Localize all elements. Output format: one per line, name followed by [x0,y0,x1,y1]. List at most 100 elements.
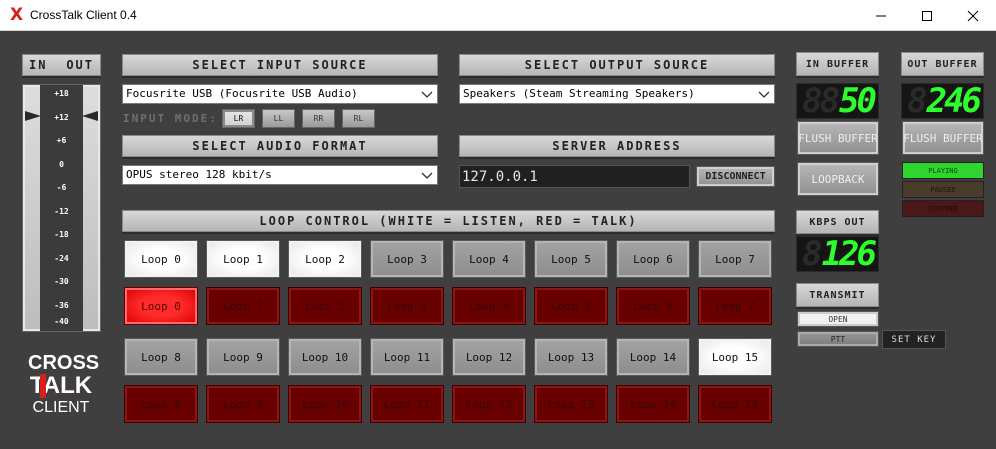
loop-5-listen-button[interactable]: Loop 5 [534,240,608,278]
loopback-button[interactable]: LOOPBACK [797,162,879,196]
title-bar: X CrossTalk Client 0.4 [0,0,996,31]
status-stopped: STOPPED [902,200,984,217]
loop-10-listen-button[interactable]: Loop 10 [288,338,362,376]
input-source-value: Focusrite USB (Focusrite USB Audio) [126,87,358,100]
audio-format-value: OPUS stereo 128 kbit/s [126,168,272,181]
loop-0-talk-button[interactable]: Loop 0 [124,287,198,325]
loop-9-listen-button[interactable]: Loop 9 [206,338,280,376]
status-playing: PLAYING [902,162,984,179]
output-source-header: SELECT OUTPUT SOURCE [459,54,775,76]
server-address-input[interactable]: 127.0.0.1 [459,165,690,188]
loop-12-talk-button[interactable]: Loop 12 [452,385,526,423]
input-mode-rl-button[interactable]: RL [342,109,375,128]
loop-6-talk-button[interactable]: Loop 6 [616,287,690,325]
transmit-open-button[interactable]: OPEN [797,311,879,327]
server-address-value: 127.0.0.1 [462,169,538,185]
app-logo-icon: X [10,5,24,25]
loop-3-listen-button[interactable]: Loop 3 [370,240,444,278]
out-buffer-display: 8 246 [901,81,984,121]
loop-9-talk-button[interactable]: Loop 9 [206,385,280,423]
chevron-down-icon [758,91,770,98]
meter-out-channel [83,87,98,329]
loop-control-header: LOOP CONTROL (WHITE = LISTEN, RED = TALK… [122,210,775,232]
out-buffer-header: OUT BUFFER [901,52,984,76]
maximize-icon [922,10,932,21]
loop-1-listen-button[interactable]: Loop 1 [206,240,280,278]
transmit-ptt-button[interactable]: PTT [797,331,879,347]
meter-in-channel [25,87,40,329]
input-mode-lr-button[interactable]: LR [222,109,255,128]
logo-cross: CROSS [28,352,100,374]
input-source-select[interactable]: Focusrite USB (Focusrite USB Audio) [122,84,438,104]
loop-4-listen-button[interactable]: Loop 4 [452,240,526,278]
loop-4-talk-button[interactable]: Loop 4 [452,287,526,325]
kbps-out-value: 126 [821,234,877,274]
loop-0-listen-button[interactable]: Loop 0 [124,240,198,278]
loop-10-talk-button[interactable]: Loop 10 [288,385,362,423]
meter-tick-label: +12 [54,112,69,122]
loop-1-talk-button[interactable]: Loop 1 [206,287,280,325]
loop-3-talk-button[interactable]: Loop 3 [370,287,444,325]
loop-2-talk-button[interactable]: Loop 2 [288,287,362,325]
loop-2-listen-button[interactable]: Loop 2 [288,240,362,278]
meter-in-label: IN [29,58,48,72]
close-button[interactable] [950,0,996,31]
loop-6-listen-button[interactable]: Loop 6 [616,240,690,278]
audio-format-select[interactable]: OPUS stereo 128 kbit/s [122,165,438,185]
meter-tick-label: 0 [59,159,64,169]
in-buffer-value: 50 [839,81,877,121]
loop-5-talk-button[interactable]: Loop 5 [534,287,608,325]
in-flush-buffer-button[interactable]: FLUSH BUFFER [797,121,879,155]
audio-format-header: SELECT AUDIO FORMAT [122,135,438,157]
minimize-icon [876,15,886,16]
loop-13-talk-button[interactable]: Loop 13 [534,385,608,423]
loop-8-talk-button[interactable]: Loop 8 [124,385,198,423]
loop-14-talk-button[interactable]: Loop 14 [616,385,690,423]
output-source-value: Speakers (Steam Streaming Speakers) [463,87,695,100]
meter-tick-label: +18 [54,89,69,98]
meter-scale: +18 +12 +6 0 -6 -12 -18 -24 -30 -36 -40 [40,85,83,331]
chevron-down-icon [421,172,433,179]
loop-13-listen-button[interactable]: Loop 13 [534,338,608,376]
in-buffer-display: 88 50 [796,81,879,121]
disconnect-button[interactable]: DISCONNECT [696,166,775,187]
loop-7-listen-button[interactable]: Loop 7 [698,240,772,278]
logo-red-accent [40,374,46,398]
crosstalk-logo: CROSS TALK CLIENT [28,352,100,424]
kbps-out-display: 8 126 [796,234,879,274]
out-flush-buffer-button[interactable]: FLUSH BUFFER [902,121,984,155]
loop-7-talk-button[interactable]: Loop 7 [698,287,772,325]
transmit-header: TRANSMIT [796,283,879,307]
in-buffer-header: IN BUFFER [796,52,879,76]
meter-out-label: OUT [66,58,94,72]
loop-15-talk-button[interactable]: Loop 15 [698,385,772,423]
meter-out-pointer-icon [82,111,98,121]
server-address-header: SERVER ADDRESS [459,135,775,157]
loop-14-listen-button[interactable]: Loop 14 [616,338,690,376]
maximize-button[interactable] [904,0,950,31]
input-mode-rr-button[interactable]: RR [302,109,335,128]
close-icon [967,10,979,21]
set-key-button[interactable]: SET KEY [882,330,946,349]
meter-tick-label: -12 [54,206,69,216]
loop-8-listen-button[interactable]: Loop 8 [124,338,198,376]
output-source-select[interactable]: Speakers (Steam Streaming Speakers) [459,84,775,104]
logo-talk: TALK [29,372,93,399]
meter-tick-label: +6 [56,136,67,145]
meter-tick-label: -6 [56,183,67,192]
loop-12-listen-button[interactable]: Loop 12 [452,338,526,376]
window-title: CrossTalk Client 0.4 [30,8,137,22]
loop-11-listen-button[interactable]: Loop 11 [370,338,444,376]
loop-15-listen-button[interactable]: Loop 15 [698,338,772,376]
input-mode-ll-button[interactable]: LL [262,109,295,128]
status-paused: PAUSED [902,181,984,198]
meter-tick-label: -18 [54,230,69,239]
minimize-button[interactable] [858,0,904,31]
out-buffer-value: 246 [926,81,982,121]
input-mode-label: INPUT MODE: [123,112,218,125]
loop-11-talk-button[interactable]: Loop 11 [370,385,444,423]
logo-client: CLIENT [32,399,90,416]
level-meter: +18 +12 +6 0 -6 -12 -18 -24 -30 -36 -40 [22,84,101,332]
meter-tick-label: -36 [54,300,69,310]
meter-in-pointer-icon [25,111,41,121]
